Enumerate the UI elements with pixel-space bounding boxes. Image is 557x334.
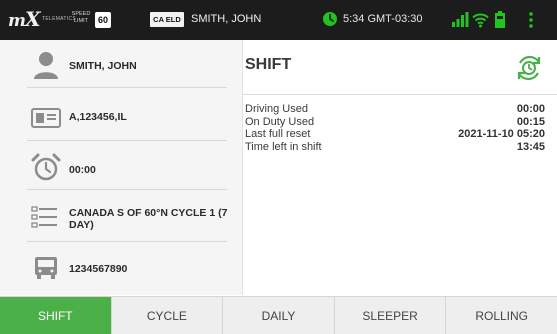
checklist-icon bbox=[31, 206, 57, 228]
shift-panel: SHIFT Driving Used 00:00 On Duty Used 00… bbox=[243, 40, 557, 295]
tab-sleeper[interactable]: SLEEPER bbox=[333, 297, 446, 334]
driver-name: SMITH, JOHN bbox=[69, 60, 137, 72]
license-number: A,123456,IL bbox=[69, 111, 127, 123]
timer-row: 00:00 bbox=[27, 142, 227, 190]
tab-shift[interactable]: SHIFT bbox=[0, 297, 111, 334]
stat-row: Time left in shift 13:45 bbox=[245, 141, 545, 154]
vehicle-row: 1234567890 bbox=[27, 243, 227, 293]
stat-value: 2021-11-10 05:20 bbox=[458, 128, 545, 140]
title-divider bbox=[243, 94, 557, 95]
stat-label: Driving Used bbox=[245, 103, 308, 115]
speed-limit-value: 60 bbox=[95, 12, 111, 28]
mix-logo: mX bbox=[8, 7, 41, 31]
license-card-icon bbox=[31, 108, 61, 128]
stat-value: 00:00 bbox=[516, 103, 545, 115]
eld-app: mX TELEMATICS SPEED LIMIT 60 CA ELD SMIT… bbox=[0, 0, 557, 334]
battery-icon bbox=[495, 11, 505, 28]
signal-icon bbox=[452, 12, 469, 27]
stat-row: Last full reset 2021-11-10 05:20 bbox=[245, 128, 545, 141]
menu-icon[interactable] bbox=[528, 11, 534, 29]
stat-row: Driving Used 00:00 bbox=[245, 103, 545, 116]
vehicle-number: 1234567890 bbox=[69, 263, 128, 275]
shift-stats: Driving Used 00:00 On Duty Used 00:15 La… bbox=[245, 103, 545, 153]
timer-value: 00:00 bbox=[69, 164, 96, 176]
ruleset-label: CANADA S OF 60°N CYCLE 1 (7 DAY) bbox=[69, 207, 228, 231]
tab-rolling[interactable]: ROLLING bbox=[445, 297, 557, 334]
license-row: A,123456,IL bbox=[27, 93, 227, 141]
speed-limit-label: SPEED LIMIT bbox=[71, 11, 91, 24]
stat-value: 00:15 bbox=[516, 115, 545, 128]
tab-daily[interactable]: DAILY bbox=[222, 297, 334, 334]
status-bar: mX TELEMATICS SPEED LIMIT 60 CA ELD SMIT… bbox=[0, 0, 557, 40]
stat-label: Last full reset bbox=[245, 128, 311, 140]
clock-icon bbox=[323, 12, 337, 26]
tab-cycle[interactable]: CYCLE bbox=[110, 297, 223, 334]
cycle-clock-icon[interactable] bbox=[515, 54, 543, 82]
tab-bar: SHIFT CYCLE DAILY SLEEPER ROLLING bbox=[0, 296, 557, 334]
truck-icon bbox=[35, 257, 57, 279]
alarm-clock-icon bbox=[31, 153, 61, 181]
driver-row: SMITH, JOHN bbox=[27, 40, 227, 88]
status-time: 5:34 GMT-03:30 bbox=[343, 13, 423, 25]
stat-row: On Duty Used 00:15 bbox=[245, 116, 545, 129]
stat-value: 13:45 bbox=[516, 140, 545, 153]
stat-label: On Duty Used bbox=[245, 115, 315, 128]
wifi-icon bbox=[472, 13, 489, 28]
user-icon bbox=[34, 52, 58, 79]
status-driver-name: SMITH, JOHN bbox=[191, 13, 262, 25]
page-title: SHIFT bbox=[245, 56, 292, 73]
ruleset-row: CANADA S OF 60°N CYCLE 1 (7 DAY) bbox=[27, 192, 227, 242]
eld-badge: CA ELD bbox=[150, 12, 184, 27]
driver-info-panel: SMITH, JOHN A,123456,IL 00:00 CANADA S O… bbox=[0, 40, 243, 295]
stat-label: Time left in shift bbox=[245, 140, 322, 153]
